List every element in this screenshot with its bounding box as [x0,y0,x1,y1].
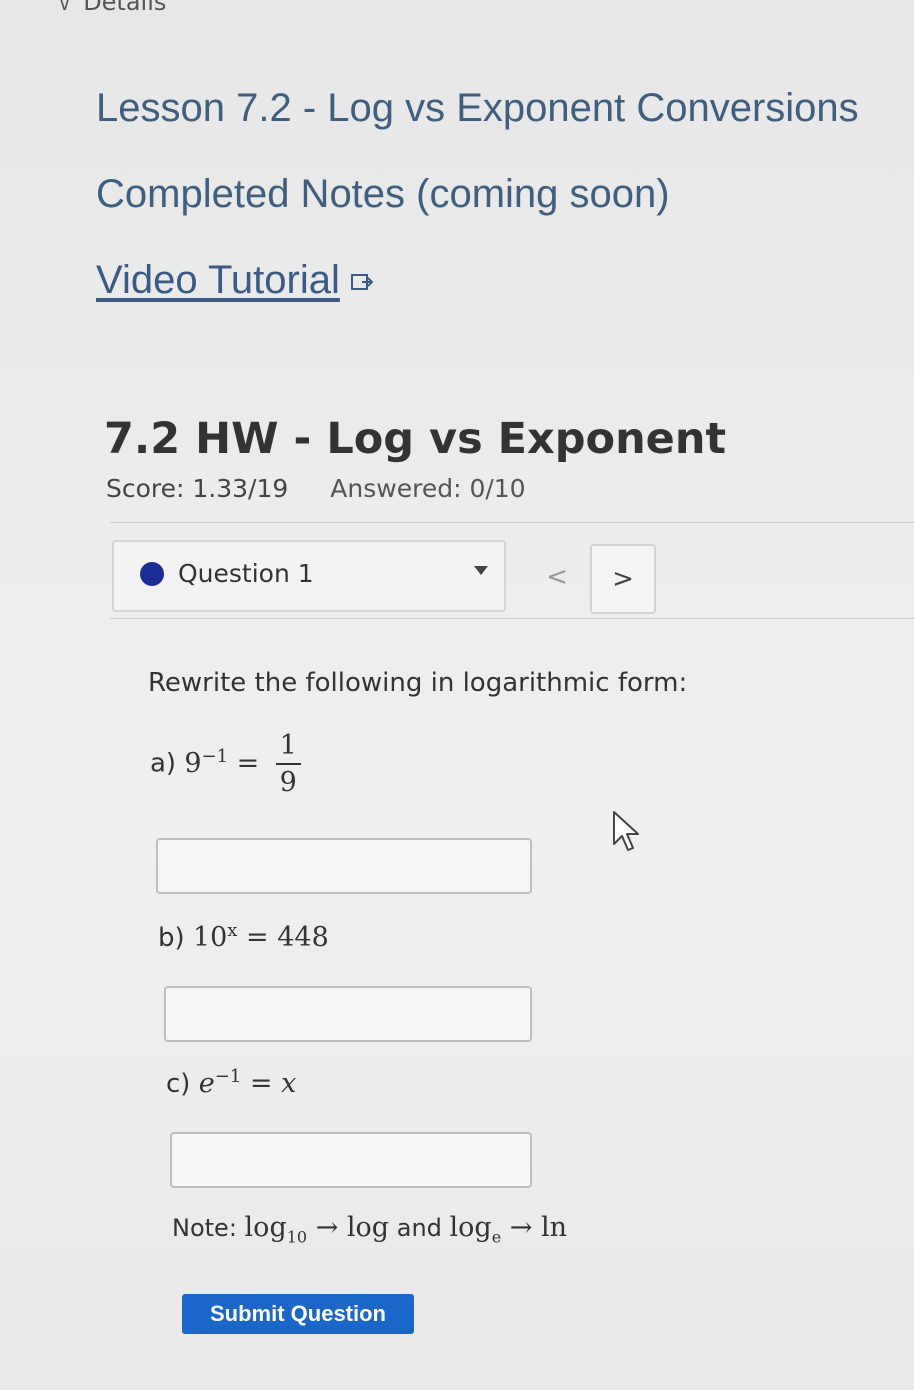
score-text: Score: 1.33/19 [106,474,289,503]
divider [110,522,914,523]
loge-text: log [449,1212,492,1243]
log10-text: log [244,1212,287,1243]
numerator: 1 [279,730,297,761]
fraction: 1 9 [275,730,301,798]
part-c-expression: c) e−1 = x [166,1066,296,1099]
equals-sign: = [236,747,260,779]
answer-input-c[interactable] [170,1132,532,1188]
base: e [198,1068,215,1099]
chevron-down-icon: ∨ [58,0,72,15]
divider [110,618,914,619]
question-select[interactable]: Question 1 [112,540,506,612]
equals-sign: = [249,1068,273,1099]
answered-text: Answered: 0/10 [330,474,526,503]
ln-text: ln [541,1212,568,1243]
exponent: x [227,920,238,941]
equals-sign: = [246,922,269,953]
mouse-pointer-icon [613,811,639,851]
previous-question-button[interactable]: < [524,544,590,614]
log-text: log [346,1212,390,1243]
video-tutorial-label: Video Tutorial [96,258,340,302]
next-question-button[interactable]: > [590,544,656,614]
answer-input-a[interactable] [156,838,532,894]
arrow: → [315,1212,339,1243]
base: 10 [192,922,228,953]
right-hand-side: x [281,1068,297,1099]
part-label: a) [150,748,177,779]
log10-subscript: 10 [286,1227,308,1247]
video-tutorial-link[interactable]: Video Tutorial [96,258,374,303]
denominator: 9 [279,767,297,798]
lesson-title-link[interactable]: Lesson 7.2 - Log vs Exponent Conversions [96,86,859,131]
and-text: and [396,1214,442,1242]
details-label: Details [83,0,167,16]
dropdown-caret-icon [474,566,488,575]
exponent: −1 [214,1066,242,1087]
loge-subscript: e [491,1227,502,1247]
fraction-bar [275,763,301,765]
question-prompt: Rewrite the following in logarithmic for… [148,668,688,698]
right-hand-side: 448 [277,922,329,953]
part-label: b) [158,923,185,953]
arrow: → [509,1212,533,1243]
part-b-expression: b) 10x = 448 [158,920,329,953]
details-toggle[interactable]: ∨ Details [58,0,166,16]
external-link-icon [350,274,374,291]
note-prefix: Note: [172,1214,237,1242]
part-a-expression: a) 9−1 = 1 9 [150,730,301,798]
submit-question-button[interactable]: Submit Question [182,1294,414,1334]
exponent: −1 [201,745,229,767]
page: ∨ Details Lesson 7.2 - Log vs Exponent Co… [0,0,914,1390]
assignment-title: 7.2 HW - Log vs Exponent [104,414,727,464]
base: 9 [184,747,202,779]
answer-input-b[interactable] [164,986,532,1042]
completed-notes-link[interactable]: Completed Notes (coming soon) [96,172,670,217]
log-note: Note: log10 → log and loge → ln [172,1212,567,1246]
score-row: Score: 1.33/19 Answered: 0/10 [106,474,526,503]
question-status-dot [140,562,164,586]
question-select-label: Question 1 [178,559,314,588]
part-label: c) [166,1069,191,1099]
